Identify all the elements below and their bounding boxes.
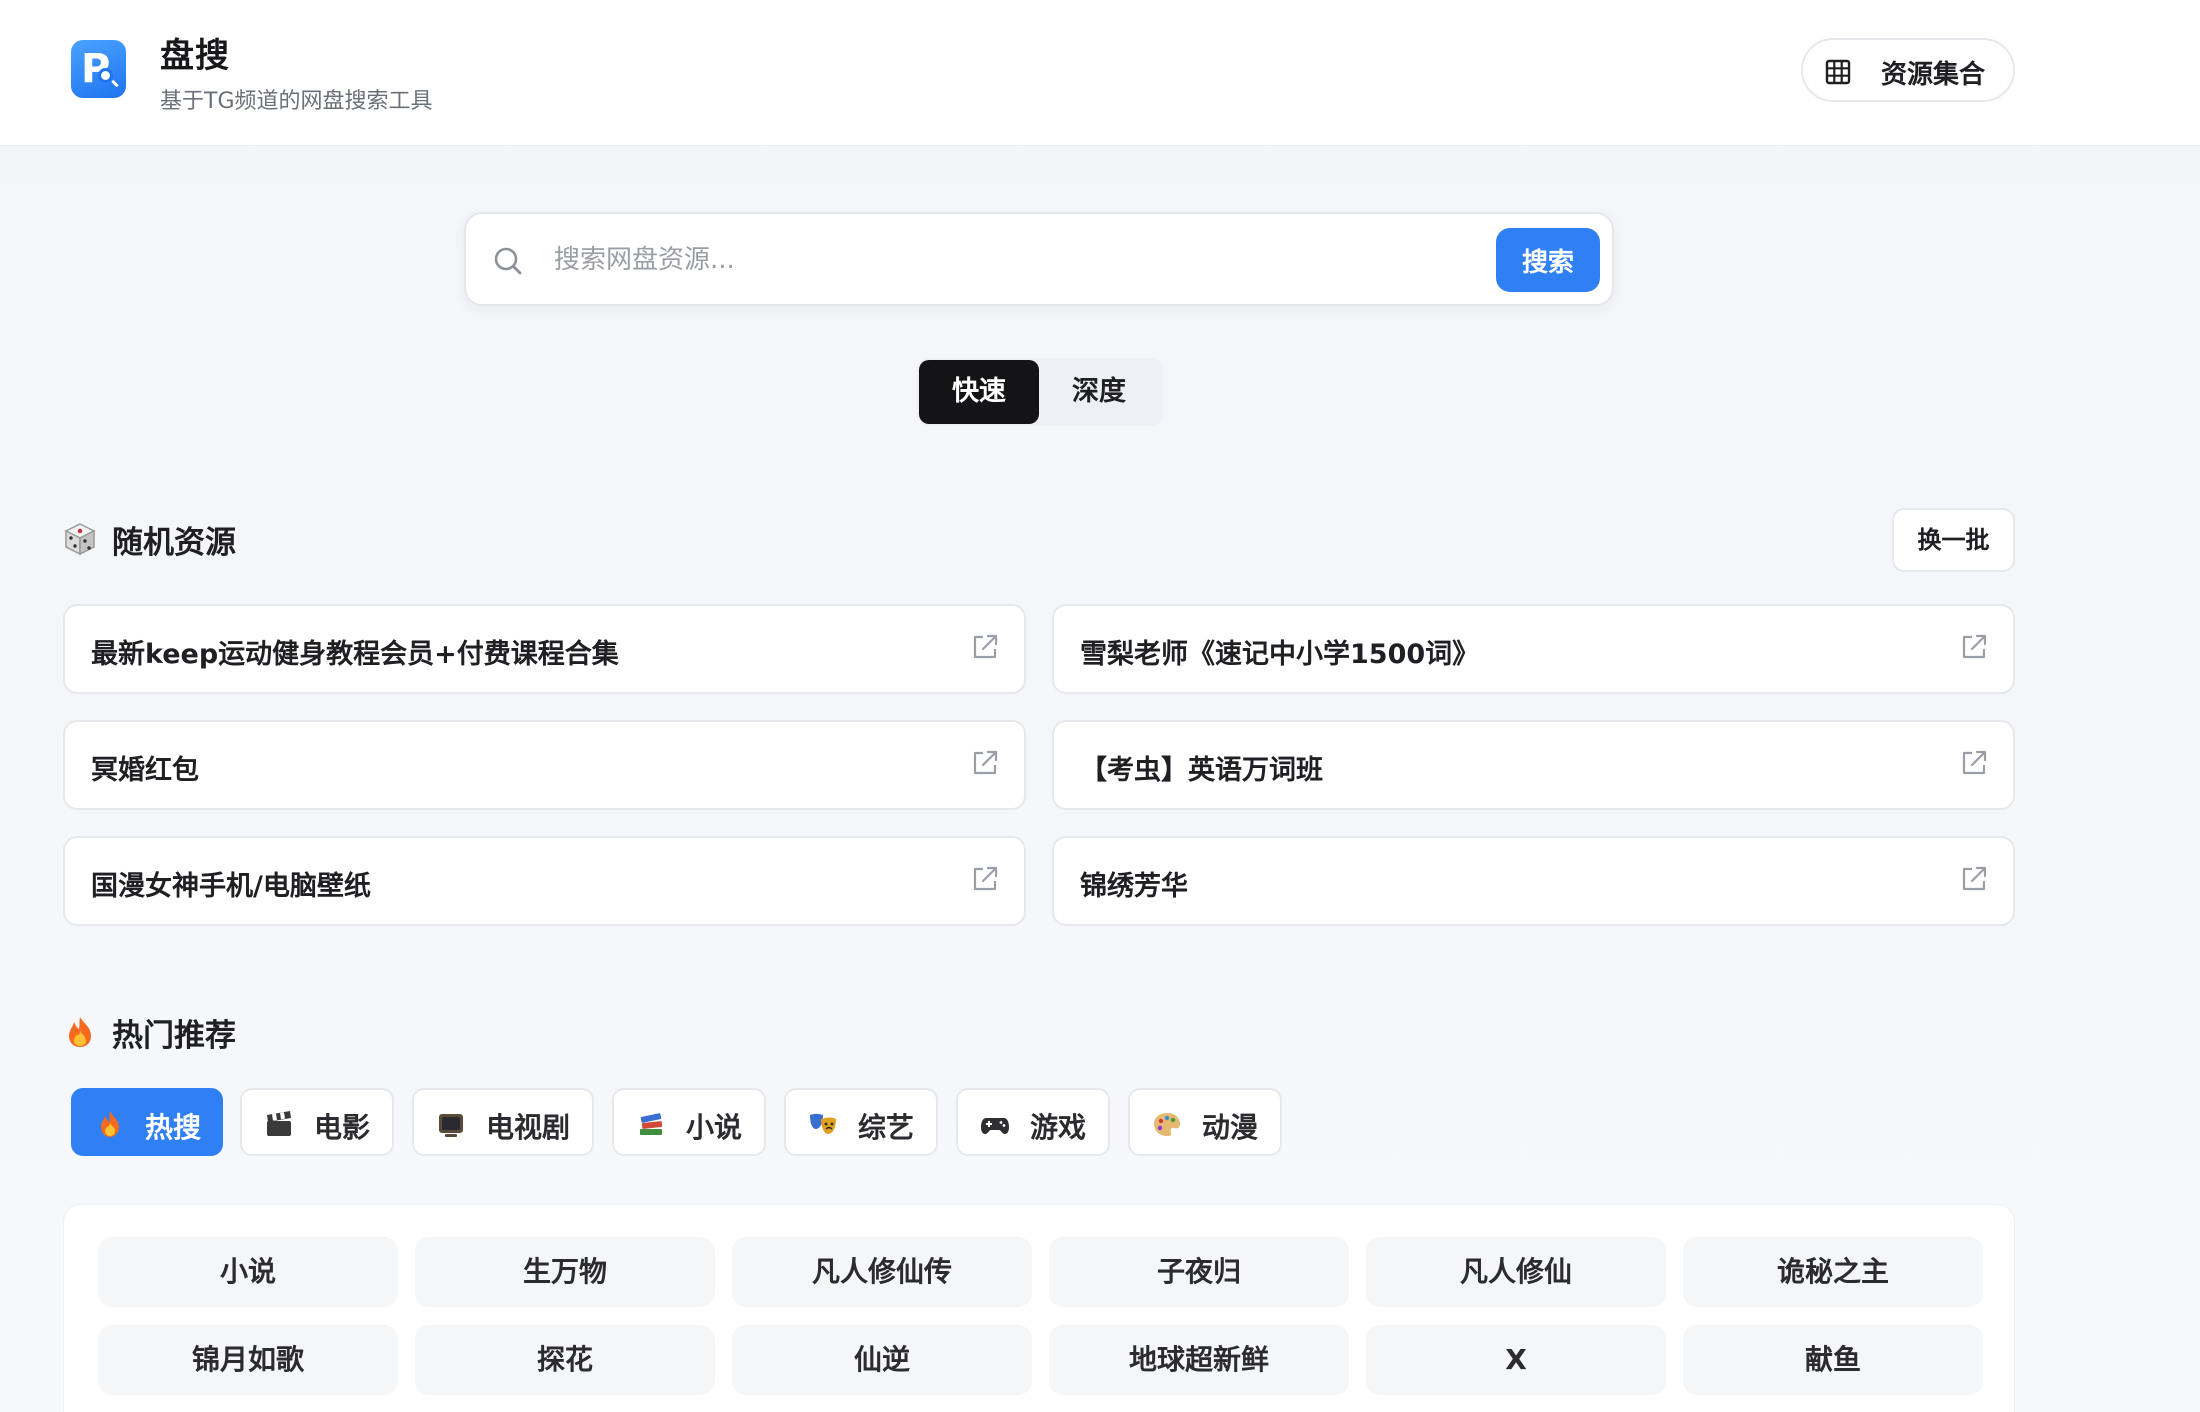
hot-keyword[interactable]: 生万物 [415,1237,715,1307]
tv-icon [439,1114,463,1137]
tab-label: 游戏 [1030,1111,1087,1144]
refresh-batch-button[interactable]: 换一批 [1892,508,2015,572]
resource-card[interactable]: 锦绣芳华 [1052,836,2015,926]
fire-icon [69,1017,91,1047]
tab-label: 电影 [314,1111,371,1144]
resource-title: 冥婚红包 [91,755,199,786]
resource-card[interactable]: 冥婚红包 [63,720,1026,810]
hot-keyword[interactable]: 小说 [98,1237,398,1307]
tab-label: 小说 [686,1111,743,1144]
grid-icon [1825,59,1851,85]
resource-title: 锦绣芳华 [1080,871,1188,902]
search-input[interactable] [554,234,1394,286]
resource-card[interactable]: 国漫女神手机/电脑壁纸 [63,836,1026,926]
tab-movie[interactable]: 电影 [240,1088,394,1156]
tab-label: 综艺 [858,1111,915,1144]
gamepad-icon [981,1118,1009,1134]
tab-novel[interactable]: 小说 [612,1088,766,1156]
fire-icon [101,1111,119,1137]
hot-keyword[interactable]: 诡秘之主 [1683,1237,1983,1307]
hot-keyword[interactable]: 锦月如歌 [98,1325,398,1395]
page: P 盘搜 基于TG频道的网盘搜索工具 资源集合 搜索 快速 深度 [0,0,2200,1412]
external-link-icon[interactable] [1959,864,1989,894]
resource-title: 最新keep运动健身教程会员+付费课程合集 [91,639,619,670]
search-button[interactable]: 搜索 [1496,228,1600,292]
external-link-icon[interactable] [970,864,1000,894]
resource-card[interactable]: 雪梨老师《速记中小学1500词》 [1052,604,2015,694]
tab-label: 热搜 [145,1111,202,1144]
hot-keyword[interactable]: 献鱼 [1683,1325,1983,1395]
hot-section-title: 热门推荐 [112,1018,236,1054]
site-title: 盘搜 [160,36,230,76]
site-subtitle: 基于TG频道的网盘搜索工具 [160,89,433,114]
resource-collection-button[interactable]: 资源集合 [1801,38,2015,102]
palette-icon [1154,1113,1180,1136]
masks-icon [810,1113,836,1134]
header: P 盘搜 基于TG频道的网盘搜索工具 资源集合 [0,0,2200,146]
dice-icon [64,523,96,556]
books-icon [640,1113,663,1135]
hot-keyword[interactable]: X [1366,1325,1666,1395]
resource-card[interactable]: 最新keep运动健身教程会员+付费课程合集 [63,604,1026,694]
resource-card[interactable]: 【考虫】英语万词班 [1052,720,2015,810]
tab-tv-series[interactable]: 电视剧 [412,1088,594,1156]
search-box: 搜索 [464,212,1614,306]
resource-collection-label: 资源集合 [1881,60,1986,90]
clapper-icon [267,1111,291,1136]
resource-title: 雪梨老师《速记中小学1500词》 [1080,639,1480,670]
external-link-icon[interactable] [1959,632,1989,662]
resource-title: 国漫女神手机/电脑壁纸 [91,871,371,902]
hot-keyword[interactable]: 地球超新鲜 [1049,1325,1349,1395]
mode-fast-button[interactable]: 快速 [919,360,1039,424]
external-link-icon[interactable] [1959,748,1989,778]
external-link-icon[interactable] [970,632,1000,662]
tab-hot-search[interactable]: 热搜 [71,1088,223,1156]
hot-keyword[interactable]: 子夜归 [1049,1237,1349,1307]
tab-label: 动漫 [1202,1111,1259,1144]
search-mode-toggle: 快速 深度 [917,358,1163,426]
hot-keyword[interactable]: 凡人修仙 [1366,1237,1666,1307]
tab-game[interactable]: 游戏 [956,1088,1110,1156]
hot-keyword[interactable]: 探花 [415,1325,715,1395]
tab-variety[interactable]: 综艺 [784,1088,938,1156]
tab-label: 电视剧 [486,1111,571,1144]
tab-anime[interactable]: 动漫 [1128,1088,1282,1156]
resource-title: 【考虫】英语万词班 [1080,755,1323,786]
mode-deep-button[interactable]: 深度 [1039,360,1159,424]
search-icon [494,247,522,275]
external-link-icon[interactable] [970,748,1000,778]
logo-magnifier-handle-icon [111,79,119,88]
hot-keyword[interactable]: 凡人修仙传 [732,1237,1032,1307]
hot-keyword[interactable]: 仙逆 [732,1325,1032,1395]
random-section-title: 随机资源 [112,525,236,561]
hot-keyword-panel: 小说 生万物 凡人修仙传 子夜归 凡人修仙 诡秘之主 锦月如歌 探花 仙逆 地球… [63,1204,2015,1412]
app-logo[interactable]: P [71,40,126,98]
